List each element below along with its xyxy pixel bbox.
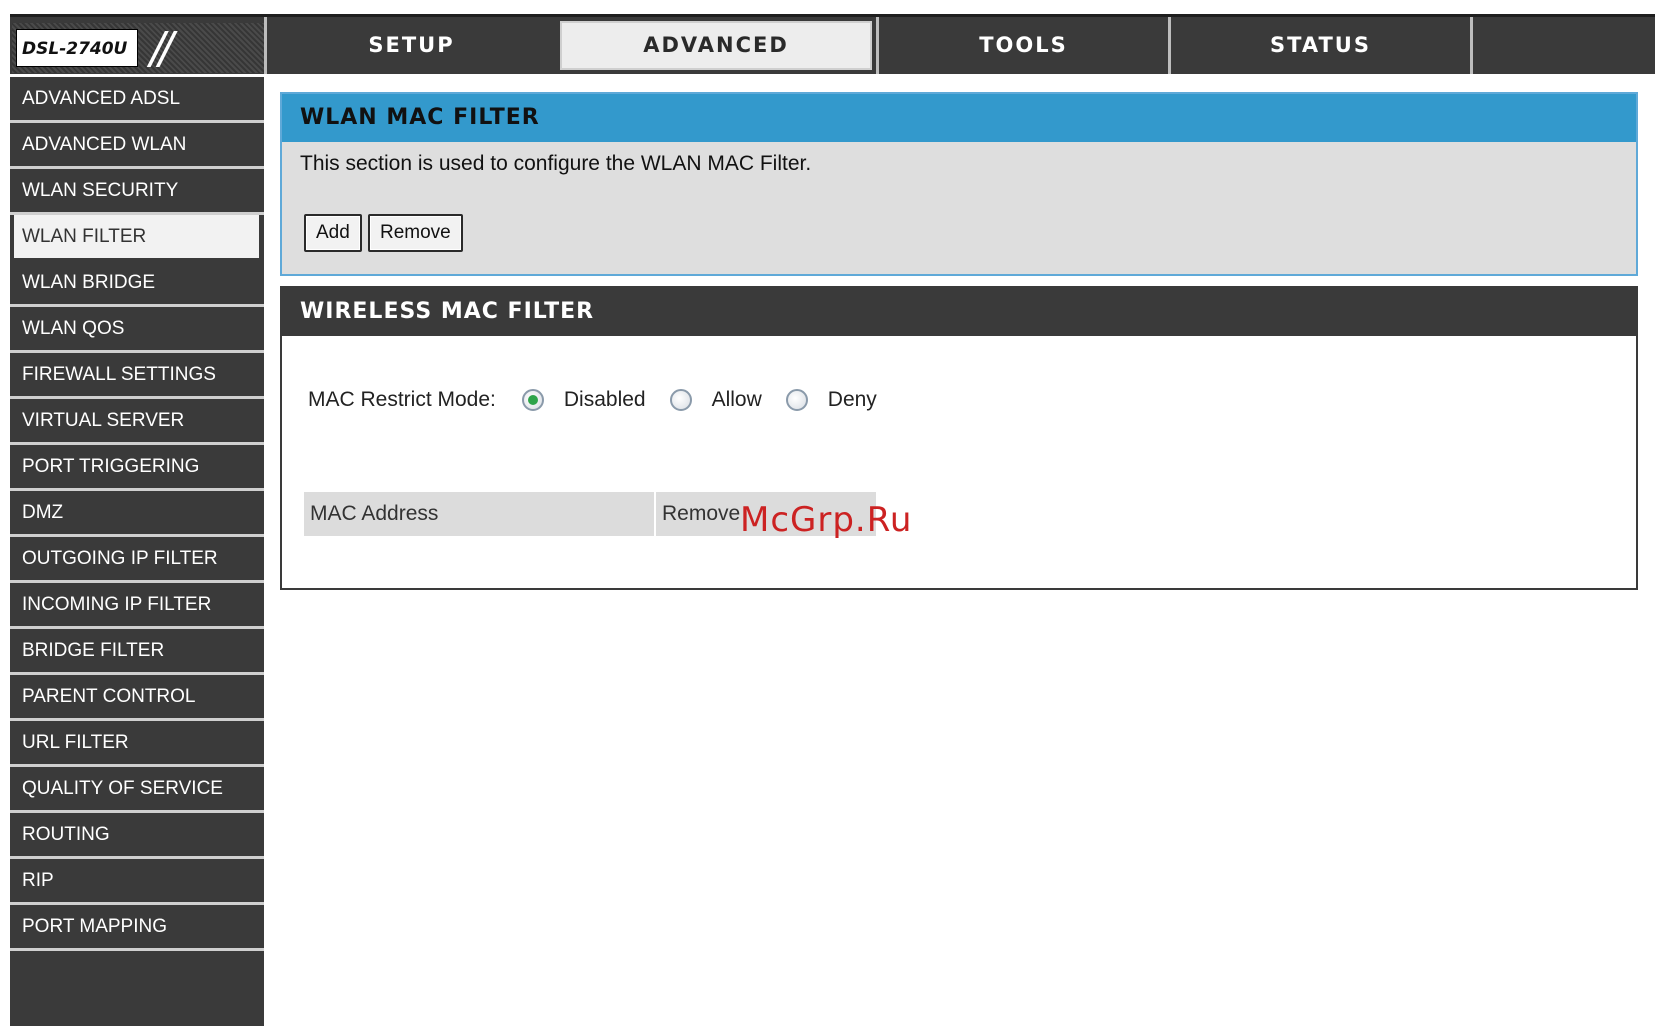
sidebar-item-url-filter[interactable]: URL FILTER (10, 721, 264, 767)
sidebar-item-advanced-adsl[interactable]: ADVANCED ADSL (10, 77, 264, 123)
radio-allow[interactable] (669, 389, 692, 411)
sidebar-item-routing[interactable]: ROUTING (10, 813, 264, 859)
sidebar-item-wlan-qos[interactable]: WLAN QOS (10, 307, 264, 353)
sidebar-item-advanced-wlan[interactable]: ADVANCED WLAN (10, 123, 264, 169)
sidebar-item-quality-of-service[interactable]: QUALITY OF SERVICE (10, 767, 264, 813)
wlan-mac-filter-description: This section is used to configure the WL… (300, 152, 812, 175)
sidebar-item-outgoing-ip-filter[interactable]: OUTGOING IP FILTER (10, 537, 264, 583)
sidebar-item-dmz[interactable]: DMZ (10, 491, 264, 537)
sidebar-item-wlan-bridge[interactable]: WLAN BRIDGE (10, 261, 264, 307)
sidebar-item-wlan-filter[interactable]: WLAN FILTER (14, 215, 259, 261)
radio-disabled[interactable] (521, 389, 544, 411)
logo-model: DSL-2740U (16, 29, 138, 67)
wireless-mac-filter-title: WIRELESS MAC FILTER (282, 288, 1636, 336)
mac-restrict-mode-row: MAC Restrict Mode: Disabled Allow Deny (308, 388, 877, 412)
top-nav-bar: DSL-2740U // SETUP ADVANCED TOOLS STATUS (10, 14, 1655, 74)
tab-status[interactable]: STATUS (1168, 17, 1470, 74)
sidebar-item-rip[interactable]: RIP (10, 859, 264, 905)
watermark: McGrp.Ru (740, 500, 913, 540)
logo-slashes: // (150, 23, 174, 74)
sidebar-item-bridge-filter[interactable]: BRIDGE FILTER (10, 629, 264, 675)
mac-restrict-mode-label: MAC Restrict Mode: (308, 388, 496, 411)
wireless-mac-filter-panel: WIRELESS MAC FILTER MAC Restrict Mode: D… (280, 286, 1638, 590)
table-header-mac-address: MAC Address (304, 492, 656, 536)
sidebar-item-virtual-server[interactable]: VIRTUAL SERVER (10, 399, 264, 445)
add-button[interactable]: Add (304, 214, 362, 252)
remove-button[interactable]: Remove (368, 214, 463, 252)
sidebar-item-wlan-security[interactable]: WLAN SECURITY (10, 169, 264, 215)
sidebar-item-incoming-ip-filter[interactable]: INCOMING IP FILTER (10, 583, 264, 629)
radio-deny-label: Deny (827, 388, 877, 411)
sidebar-item-port-triggering[interactable]: PORT TRIGGERING (10, 445, 264, 491)
tab-extra[interactable] (1470, 17, 1652, 74)
tab-setup[interactable]: SETUP (264, 17, 556, 74)
tab-tools[interactable]: TOOLS (876, 17, 1168, 74)
tab-advanced[interactable]: ADVANCED (556, 17, 876, 74)
sidebar: ADVANCED ADSL ADVANCED WLAN WLAN SECURIT… (10, 77, 264, 1026)
logo: DSL-2740U // (12, 23, 264, 73)
sidebar-item-parent-control[interactable]: PARENT CONTROL (10, 675, 264, 721)
radio-deny[interactable] (785, 389, 808, 411)
wlan-mac-filter-panel: WLAN MAC FILTER This section is used to … (280, 92, 1638, 276)
sidebar-item-port-mapping[interactable]: PORT MAPPING (10, 905, 264, 951)
wlan-mac-filter-title: WLAN MAC FILTER (282, 94, 1636, 142)
radio-allow-label: Allow (711, 388, 762, 411)
sidebar-item-firewall-settings[interactable]: FIREWALL SETTINGS (10, 353, 264, 399)
radio-disabled-label: Disabled (563, 388, 646, 411)
